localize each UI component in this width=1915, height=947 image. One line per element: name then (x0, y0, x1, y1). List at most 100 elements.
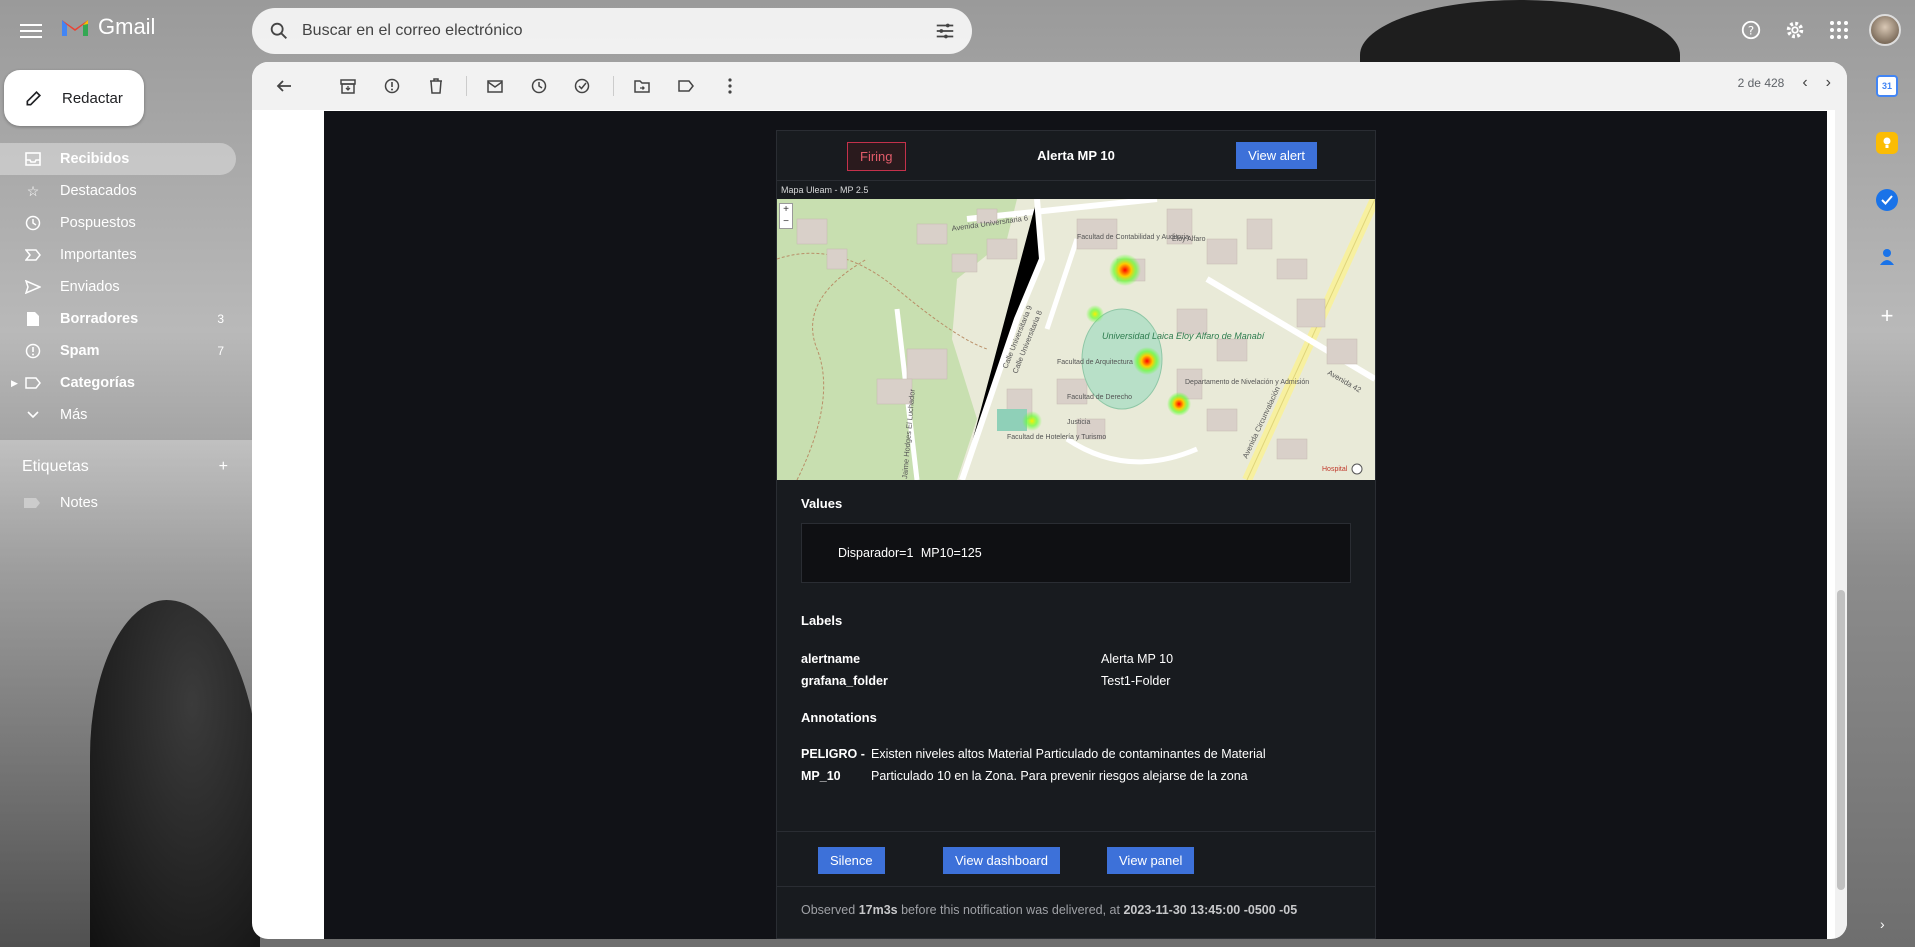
email-body: Firing Alerta MP 10 View alert Mapa Ulea… (324, 111, 1827, 939)
label-tag-icon (24, 498, 40, 508)
label-tag-toolbar-icon[interactable] (670, 70, 702, 102)
toolbar-divider (466, 76, 467, 96)
move-to-folder-icon[interactable] (626, 70, 658, 102)
caret-right-icon[interactable]: ▶ (11, 378, 18, 389)
sidebar-item-categories[interactable]: ▶ Categorías (0, 367, 236, 399)
annotation-line: Existen niveles altos Material Particula… (871, 747, 1266, 761)
annotation-line: Particulado 10 en la Zona. Para prevenir… (871, 769, 1248, 783)
heatmap-map: Avenida Universitaria 6 Calle Universita… (777, 199, 1375, 480)
map-zoom-controls: + − (779, 203, 793, 229)
calendar-day: 31 (1881, 81, 1892, 91)
prev-chevron-icon[interactable]: ‹ (1802, 74, 1807, 92)
sidebar-item-more[interactable]: Más (0, 399, 236, 431)
add-task-icon[interactable] (567, 70, 599, 102)
alert-actions: Silence View dashboard View panel (777, 831, 1375, 887)
mark-unread-icon[interactable] (479, 70, 511, 102)
map-poi-label: Facultad de Arquitectura (1057, 359, 1133, 366)
message-toolbar: 2 de 428 ‹ › (252, 62, 1847, 110)
scrollbar[interactable] (1835, 110, 1847, 939)
snooze-clock-icon[interactable] (523, 70, 555, 102)
values-title: Values (801, 496, 843, 511)
sidebar-item-sent[interactable]: Enviados (0, 271, 236, 303)
add-label-icon[interactable]: + (219, 458, 228, 476)
annotation-key: PELIGRO - MP_10 (801, 743, 871, 787)
report-spam-icon[interactable] (376, 70, 408, 102)
gmail-logo[interactable]: Gmail (60, 14, 155, 40)
labels-section-title: Labels (801, 613, 843, 628)
archive-icon[interactable] (332, 70, 364, 102)
compose-label: Redactar (62, 89, 123, 107)
heatmap-hotspot (1022, 411, 1042, 431)
annotation-key-line: MP_10 (801, 769, 841, 783)
compose-button[interactable]: Redactar (4, 70, 144, 126)
sidebar-item-spam[interactable]: Spam 7 (0, 335, 236, 367)
sidebar-nav: Recibidos ☆ Destacados Pospuestos Import… (0, 143, 236, 431)
sidebar-item-count: 3 (217, 312, 224, 326)
more-options-icon[interactable] (714, 70, 746, 102)
map-poi-label: Justicia (1067, 419, 1090, 426)
map-poi-label: Departamento de Nivelación y Admisión (1185, 379, 1309, 386)
back-arrow-icon[interactable] (268, 70, 300, 102)
observed-prefix: Observed (801, 903, 856, 917)
silence-button[interactable]: Silence (818, 847, 885, 874)
view-dashboard-button[interactable]: View dashboard (943, 847, 1060, 874)
next-chevron-icon[interactable]: › (1826, 74, 1831, 92)
calendar-icon[interactable]: 31 (1876, 75, 1898, 97)
delete-trash-icon[interactable] (420, 70, 452, 102)
tasks-icon[interactable] (1876, 189, 1898, 211)
clock-icon (24, 214, 42, 232)
settings-gear-icon[interactable] (1781, 16, 1809, 44)
draft-icon (24, 310, 42, 328)
sidebar-item-drafts[interactable]: Borradores 3 (0, 303, 236, 335)
observed-mid: before this notification was delivered, … (901, 903, 1120, 917)
main-menu-icon[interactable] (20, 20, 42, 42)
keep-notes-icon[interactable] (1876, 132, 1898, 154)
star-icon: ☆ (26, 182, 40, 199)
expand-panel-chevron-icon[interactable]: › (1880, 916, 1885, 932)
label-item-notes[interactable]: Notes (24, 495, 98, 511)
sidebar-item-important[interactable]: Importantes (0, 239, 236, 271)
sidebar-item-starred[interactable]: ☆ Destacados (0, 175, 236, 207)
sidebar-item-label: Enviados (60, 279, 120, 295)
search-icon[interactable] (268, 20, 290, 42)
sidebar-item-inbox[interactable]: Recibidos (0, 143, 236, 175)
spam-icon (24, 342, 42, 360)
scrollbar-thumb[interactable] (1837, 590, 1845, 890)
sidebar-item-snoozed[interactable]: Pospuestos (0, 207, 236, 239)
map-poi-label: Eloy Alfaro (1172, 236, 1206, 243)
add-addon-icon[interactable]: + (1862, 303, 1912, 329)
zoom-in-icon[interactable]: + (780, 204, 792, 216)
heatmap-hotspot (1167, 392, 1191, 416)
view-panel-button[interactable]: View panel (1107, 847, 1195, 874)
heatmap-hotspot (1109, 254, 1141, 286)
account-avatar[interactable] (1869, 14, 1901, 46)
help-icon[interactable]: ? (1737, 16, 1765, 44)
gmail-m-icon (62, 20, 88, 36)
label-row: grafana_folder Test1-Folder (777, 670, 1375, 692)
label-icon (24, 374, 42, 392)
view-alert-button[interactable]: View alert (1236, 142, 1317, 169)
values-box: Disparador=1 MP10=125 (801, 523, 1351, 583)
labels-title: Etiquetas (22, 458, 89, 475)
zoom-out-icon[interactable]: − (780, 216, 792, 228)
heatmap-hotspot (1086, 305, 1104, 323)
search-bar[interactable] (252, 8, 972, 54)
label-row: alertname Alerta MP 10 (777, 648, 1375, 670)
search-input[interactable] (302, 22, 934, 40)
side-panel-rail: 31 + (1862, 75, 1912, 329)
observed-time: 2023-11-30 13:45:00 -0500 -05 (1123, 903, 1298, 917)
alert-header: Firing Alerta MP 10 View alert (777, 131, 1375, 181)
top-right-actions: ? (1737, 14, 1915, 46)
map-tiles: Avenida Universitaria 6 Calle Universita… (777, 199, 1375, 480)
top-bar: Gmail ? (0, 0, 1915, 62)
observed-footer: Observed 17m3s before this notification … (801, 903, 1297, 917)
heatmap-hotspot (1133, 347, 1161, 375)
apps-grid-icon[interactable] (1825, 16, 1853, 44)
toolbar-divider (613, 76, 614, 96)
map-poi-label: Universidad Laica Eloy Alfaro de Manabí (1102, 331, 1266, 341)
label-key: grafana_folder (801, 674, 888, 688)
search-options-icon[interactable] (934, 20, 956, 42)
contacts-icon[interactable] (1876, 246, 1898, 268)
sidebar-item-label: Pospuestos (60, 215, 136, 231)
annotations-title: Annotations (801, 710, 877, 725)
